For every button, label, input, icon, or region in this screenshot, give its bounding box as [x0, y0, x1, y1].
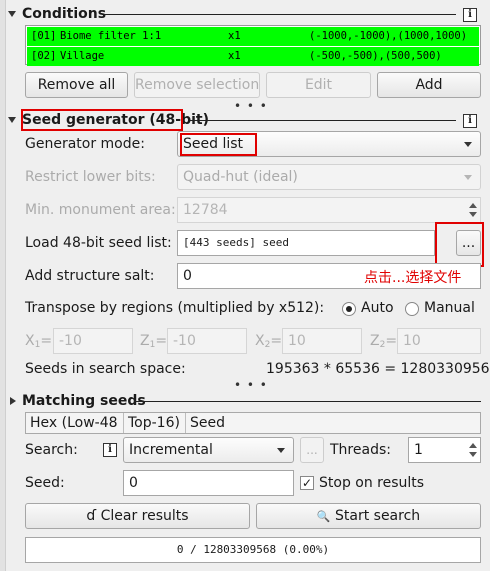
search-icon: 🔍 [316, 510, 331, 523]
load-seed-list-label: Load 48-bit seed list: [25, 235, 172, 251]
remove-selection-button[interactable]: Remove selection [134, 72, 260, 98]
column-header-seed[interactable]: Seed [186, 413, 480, 433]
seed-input[interactable]: 0 [123, 470, 294, 496]
threads-stepper[interactable]: 1 [408, 437, 481, 463]
splitter-handle[interactable]: • • • [234, 99, 268, 113]
info-icon[interactable]: i [103, 443, 117, 457]
edit-button[interactable]: Edit [266, 72, 371, 98]
chevron-down-icon [464, 142, 472, 147]
left-scroll-track [0, 0, 6, 571]
z1-label: Z1= [140, 333, 168, 350]
stop-on-results-label[interactable]: Stop on results [319, 475, 424, 491]
min-monument-area-label: Min. monument area: [25, 202, 176, 218]
stepper-arrows-icon[interactable] [468, 200, 478, 220]
z1-field[interactable]: -10 [167, 328, 247, 354]
matching-seeds-title: Matching seeds [22, 393, 146, 409]
info-icon[interactable]: i [463, 8, 477, 22]
list-item[interactable]: [01] Biome filter 1:1 x1 (-1000,-1000),(… [27, 27, 479, 46]
structure-salt-label: Add structure salt: [25, 268, 155, 284]
restrict-lower-bits-select[interactable]: Quad-hut (ideal) [177, 164, 481, 190]
matching-seeds-header[interactable]: Matching seeds [8, 390, 146, 412]
transpose-label: Transpose by regions (multiplied by x512… [25, 300, 325, 316]
conditions-header[interactable]: Conditions [8, 3, 106, 25]
z2-field[interactable]: 10 [397, 328, 481, 354]
results-table[interactable]: Hex (Low-48 Top-16) Seed [25, 412, 481, 434]
info-icon[interactable]: i [463, 114, 477, 128]
search-progress-bar: 0 / 12803309568 (0.00%) [25, 537, 481, 563]
search-space-value: 195363 * 65536 = 12803309568 [266, 361, 490, 377]
manual-radio[interactable] [405, 302, 419, 316]
expand-arrow-icon[interactable] [10, 397, 16, 405]
generator-mode-label: Generator mode: [25, 136, 145, 152]
stop-on-results-checkbox[interactable]: ✓ [300, 476, 314, 490]
start-search-button[interactable]: 🔍 Start search [256, 503, 481, 529]
splitter-handle[interactable]: • • • [234, 378, 268, 392]
seed-list-path-field[interactable]: [443 seeds] seed [177, 230, 435, 256]
x2-label: X2= [255, 333, 283, 350]
collapse-arrow-icon[interactable] [8, 117, 16, 123]
clear-results-button[interactable]: ɗ Clear results [25, 503, 250, 529]
highlight-box [21, 109, 183, 131]
min-monument-area-stepper[interactable]: 12784 [177, 197, 481, 223]
annotation-note: 点击...选择文件 [364, 270, 462, 286]
column-header-top16[interactable]: Top-16) [124, 413, 186, 433]
x2-field[interactable]: 10 [282, 328, 362, 354]
collapse-arrow-icon[interactable] [8, 11, 16, 17]
search-options-button[interactable]: ... [300, 437, 324, 463]
manual-radio-label[interactable]: Manual [424, 300, 475, 316]
chevron-down-icon [277, 448, 285, 453]
z2-label: Z2= [370, 333, 398, 350]
stepper-arrows-icon[interactable] [468, 440, 478, 460]
broom-icon: ɗ [86, 508, 97, 524]
search-mode-select[interactable]: Incremental [123, 437, 294, 463]
section-divider [134, 401, 481, 402]
search-space-label: Seeds in search space: [25, 361, 186, 377]
highlight-box [435, 222, 484, 267]
remove-all-button[interactable]: Remove all [25, 72, 128, 98]
section-divider [104, 14, 456, 15]
seed-label: Seed: [25, 475, 65, 491]
list-item[interactable]: [02] Village x1 (-500,-500),(500,500) [27, 47, 479, 66]
search-label: Search: [25, 442, 78, 458]
section-divider [190, 120, 456, 121]
auto-radio-label[interactable]: Auto [361, 300, 394, 316]
threads-label: Threads: [330, 442, 391, 458]
conditions-list[interactable]: [01] Biome filter 1:1 x1 (-1000,-1000),(… [25, 25, 481, 66]
x1-label: X1= [25, 333, 53, 350]
conditions-title: Conditions [22, 6, 107, 22]
chevron-down-icon [464, 175, 472, 180]
auto-radio[interactable] [342, 302, 356, 316]
column-header-hex[interactable]: Hex (Low-48 [26, 413, 124, 433]
highlight-box [180, 133, 257, 156]
x1-field[interactable]: -10 [53, 328, 133, 354]
restrict-lower-bits-label: Restrict lower bits: [25, 169, 156, 185]
add-button[interactable]: Add [377, 72, 481, 98]
